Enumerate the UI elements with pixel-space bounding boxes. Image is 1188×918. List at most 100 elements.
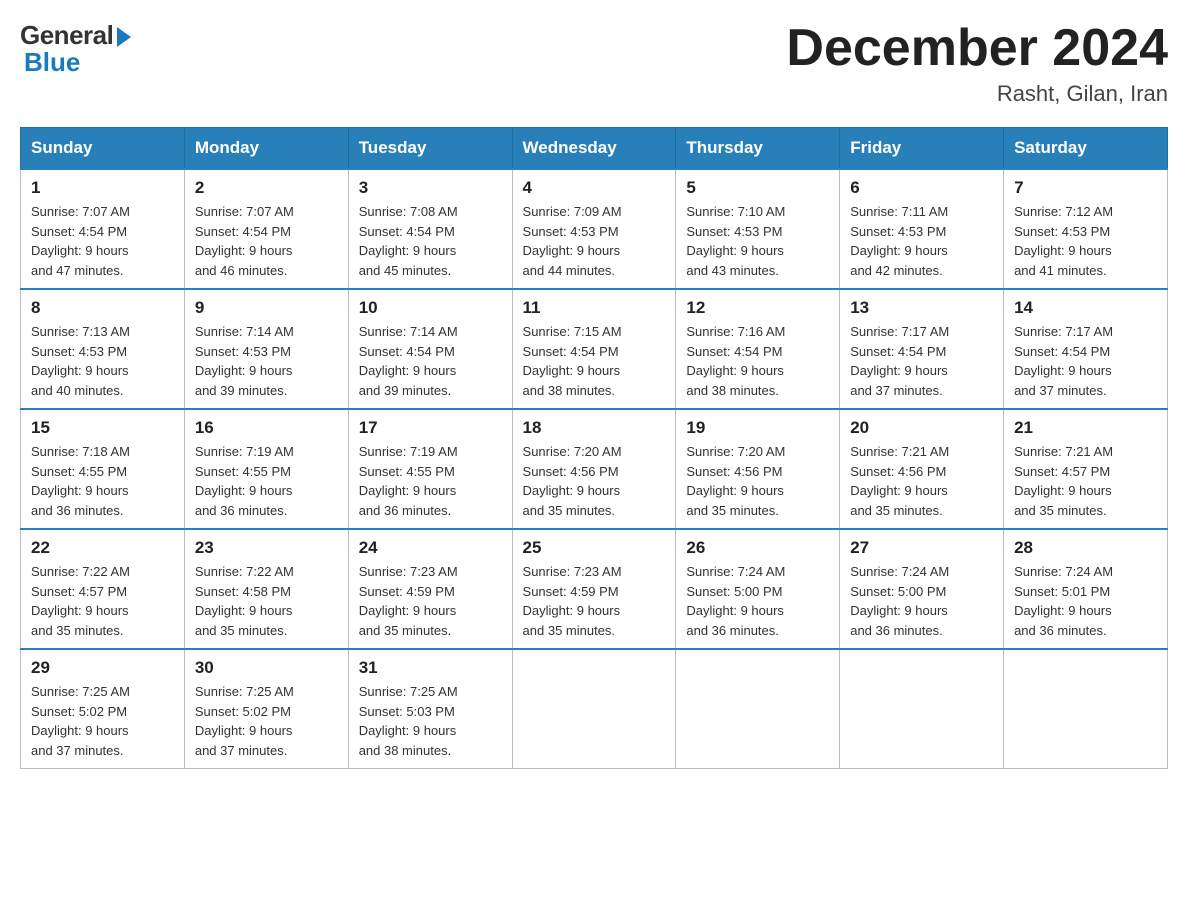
- main-title: December 2024: [786, 20, 1168, 77]
- calendar-table: SundayMondayTuesdayWednesdayThursdayFrid…: [20, 127, 1168, 769]
- day-number: 3: [359, 178, 502, 198]
- calendar-cell: 21 Sunrise: 7:21 AMSunset: 4:57 PMDaylig…: [1004, 409, 1168, 529]
- day-info: Sunrise: 7:20 AMSunset: 4:56 PMDaylight:…: [686, 444, 785, 518]
- day-number: 1: [31, 178, 174, 198]
- day-info: Sunrise: 7:21 AMSunset: 4:57 PMDaylight:…: [1014, 444, 1113, 518]
- header-tuesday: Tuesday: [348, 128, 512, 170]
- calendar-cell: 29 Sunrise: 7:25 AMSunset: 5:02 PMDaylig…: [21, 649, 185, 769]
- calendar-cell: [676, 649, 840, 769]
- day-info: Sunrise: 7:21 AMSunset: 4:56 PMDaylight:…: [850, 444, 949, 518]
- title-area: December 2024 Rasht, Gilan, Iran: [786, 20, 1168, 107]
- calendar-cell: 8 Sunrise: 7:13 AMSunset: 4:53 PMDayligh…: [21, 289, 185, 409]
- day-info: Sunrise: 7:08 AMSunset: 4:54 PMDaylight:…: [359, 204, 458, 278]
- day-number: 4: [523, 178, 666, 198]
- calendar-cell: 2 Sunrise: 7:07 AMSunset: 4:54 PMDayligh…: [184, 169, 348, 289]
- header-thursday: Thursday: [676, 128, 840, 170]
- calendar-cell: 11 Sunrise: 7:15 AMSunset: 4:54 PMDaylig…: [512, 289, 676, 409]
- calendar-cell: 5 Sunrise: 7:10 AMSunset: 4:53 PMDayligh…: [676, 169, 840, 289]
- day-info: Sunrise: 7:24 AMSunset: 5:01 PMDaylight:…: [1014, 564, 1113, 638]
- day-info: Sunrise: 7:17 AMSunset: 4:54 PMDaylight:…: [1014, 324, 1113, 398]
- day-number: 13: [850, 298, 993, 318]
- week-row-3: 15 Sunrise: 7:18 AMSunset: 4:55 PMDaylig…: [21, 409, 1168, 529]
- day-number: 5: [686, 178, 829, 198]
- day-info: Sunrise: 7:15 AMSunset: 4:54 PMDaylight:…: [523, 324, 622, 398]
- day-number: 23: [195, 538, 338, 558]
- day-number: 30: [195, 658, 338, 678]
- day-info: Sunrise: 7:23 AMSunset: 4:59 PMDaylight:…: [523, 564, 622, 638]
- logo-blue-text: Blue: [24, 47, 80, 78]
- day-number: 2: [195, 178, 338, 198]
- day-info: Sunrise: 7:24 AMSunset: 5:00 PMDaylight:…: [850, 564, 949, 638]
- day-info: Sunrise: 7:14 AMSunset: 4:53 PMDaylight:…: [195, 324, 294, 398]
- day-number: 14: [1014, 298, 1157, 318]
- day-number: 12: [686, 298, 829, 318]
- calendar-cell: 3 Sunrise: 7:08 AMSunset: 4:54 PMDayligh…: [348, 169, 512, 289]
- week-row-4: 22 Sunrise: 7:22 AMSunset: 4:57 PMDaylig…: [21, 529, 1168, 649]
- day-info: Sunrise: 7:18 AMSunset: 4:55 PMDaylight:…: [31, 444, 130, 518]
- calendar-cell: 18 Sunrise: 7:20 AMSunset: 4:56 PMDaylig…: [512, 409, 676, 529]
- calendar-cell: 7 Sunrise: 7:12 AMSunset: 4:53 PMDayligh…: [1004, 169, 1168, 289]
- calendar-cell: [840, 649, 1004, 769]
- calendar-cell: 31 Sunrise: 7:25 AMSunset: 5:03 PMDaylig…: [348, 649, 512, 769]
- day-info: Sunrise: 7:09 AMSunset: 4:53 PMDaylight:…: [523, 204, 622, 278]
- header-sunday: Sunday: [21, 128, 185, 170]
- day-number: 25: [523, 538, 666, 558]
- day-info: Sunrise: 7:11 AMSunset: 4:53 PMDaylight:…: [850, 204, 948, 278]
- day-info: Sunrise: 7:07 AMSunset: 4:54 PMDaylight:…: [195, 204, 294, 278]
- calendar-cell: 10 Sunrise: 7:14 AMSunset: 4:54 PMDaylig…: [348, 289, 512, 409]
- day-number: 28: [1014, 538, 1157, 558]
- header-friday: Friday: [840, 128, 1004, 170]
- calendar-cell: 28 Sunrise: 7:24 AMSunset: 5:01 PMDaylig…: [1004, 529, 1168, 649]
- day-number: 16: [195, 418, 338, 438]
- day-info: Sunrise: 7:24 AMSunset: 5:00 PMDaylight:…: [686, 564, 785, 638]
- calendar-cell: 17 Sunrise: 7:19 AMSunset: 4:55 PMDaylig…: [348, 409, 512, 529]
- calendar-header-row: SundayMondayTuesdayWednesdayThursdayFrid…: [21, 128, 1168, 170]
- calendar-cell: 24 Sunrise: 7:23 AMSunset: 4:59 PMDaylig…: [348, 529, 512, 649]
- calendar-cell: 20 Sunrise: 7:21 AMSunset: 4:56 PMDaylig…: [840, 409, 1004, 529]
- day-info: Sunrise: 7:22 AMSunset: 4:58 PMDaylight:…: [195, 564, 294, 638]
- day-info: Sunrise: 7:22 AMSunset: 4:57 PMDaylight:…: [31, 564, 130, 638]
- day-number: 7: [1014, 178, 1157, 198]
- logo: General Blue: [20, 20, 131, 78]
- day-number: 29: [31, 658, 174, 678]
- calendar-cell: 6 Sunrise: 7:11 AMSunset: 4:53 PMDayligh…: [840, 169, 1004, 289]
- calendar-cell: 15 Sunrise: 7:18 AMSunset: 4:55 PMDaylig…: [21, 409, 185, 529]
- day-info: Sunrise: 7:14 AMSunset: 4:54 PMDaylight:…: [359, 324, 458, 398]
- day-info: Sunrise: 7:25 AMSunset: 5:02 PMDaylight:…: [31, 684, 130, 758]
- calendar-cell: 25 Sunrise: 7:23 AMSunset: 4:59 PMDaylig…: [512, 529, 676, 649]
- calendar-cell: 27 Sunrise: 7:24 AMSunset: 5:00 PMDaylig…: [840, 529, 1004, 649]
- header: General Blue December 2024 Rasht, Gilan,…: [20, 20, 1168, 107]
- calendar-cell: 13 Sunrise: 7:17 AMSunset: 4:54 PMDaylig…: [840, 289, 1004, 409]
- day-number: 19: [686, 418, 829, 438]
- calendar-cell: 14 Sunrise: 7:17 AMSunset: 4:54 PMDaylig…: [1004, 289, 1168, 409]
- calendar-cell: 16 Sunrise: 7:19 AMSunset: 4:55 PMDaylig…: [184, 409, 348, 529]
- day-info: Sunrise: 7:13 AMSunset: 4:53 PMDaylight:…: [31, 324, 130, 398]
- day-info: Sunrise: 7:16 AMSunset: 4:54 PMDaylight:…: [686, 324, 785, 398]
- header-saturday: Saturday: [1004, 128, 1168, 170]
- day-info: Sunrise: 7:07 AMSunset: 4:54 PMDaylight:…: [31, 204, 130, 278]
- day-number: 6: [850, 178, 993, 198]
- day-number: 11: [523, 298, 666, 318]
- calendar-cell: 9 Sunrise: 7:14 AMSunset: 4:53 PMDayligh…: [184, 289, 348, 409]
- week-row-2: 8 Sunrise: 7:13 AMSunset: 4:53 PMDayligh…: [21, 289, 1168, 409]
- calendar-cell: 23 Sunrise: 7:22 AMSunset: 4:58 PMDaylig…: [184, 529, 348, 649]
- day-number: 17: [359, 418, 502, 438]
- day-number: 22: [31, 538, 174, 558]
- header-monday: Monday: [184, 128, 348, 170]
- week-row-5: 29 Sunrise: 7:25 AMSunset: 5:02 PMDaylig…: [21, 649, 1168, 769]
- calendar-cell: [512, 649, 676, 769]
- day-info: Sunrise: 7:23 AMSunset: 4:59 PMDaylight:…: [359, 564, 458, 638]
- calendar-cell: 12 Sunrise: 7:16 AMSunset: 4:54 PMDaylig…: [676, 289, 840, 409]
- calendar-cell: 22 Sunrise: 7:22 AMSunset: 4:57 PMDaylig…: [21, 529, 185, 649]
- day-number: 10: [359, 298, 502, 318]
- day-info: Sunrise: 7:25 AMSunset: 5:03 PMDaylight:…: [359, 684, 458, 758]
- day-info: Sunrise: 7:17 AMSunset: 4:54 PMDaylight:…: [850, 324, 949, 398]
- calendar-cell: [1004, 649, 1168, 769]
- day-number: 21: [1014, 418, 1157, 438]
- day-info: Sunrise: 7:19 AMSunset: 4:55 PMDaylight:…: [195, 444, 294, 518]
- calendar-cell: 26 Sunrise: 7:24 AMSunset: 5:00 PMDaylig…: [676, 529, 840, 649]
- header-wednesday: Wednesday: [512, 128, 676, 170]
- day-info: Sunrise: 7:10 AMSunset: 4:53 PMDaylight:…: [686, 204, 785, 278]
- day-number: 26: [686, 538, 829, 558]
- calendar-cell: 4 Sunrise: 7:09 AMSunset: 4:53 PMDayligh…: [512, 169, 676, 289]
